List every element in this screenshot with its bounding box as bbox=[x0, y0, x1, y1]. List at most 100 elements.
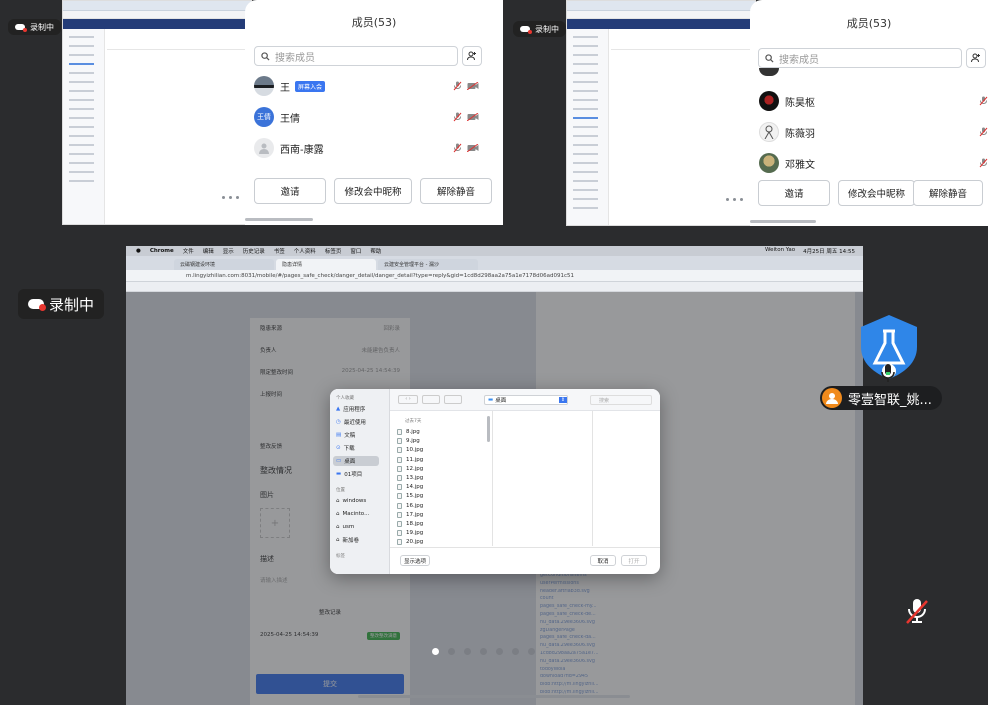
network-request-row[interactable]: blob:http://m.lingyizhil... bbox=[540, 682, 854, 690]
search-field[interactable]: 搜索 bbox=[590, 395, 652, 405]
sidebar-item-location[interactable]: ⌂ usm bbox=[336, 522, 354, 532]
cancel-button[interactable]: 取消 bbox=[590, 555, 616, 566]
network-request-row[interactable]: pages_safe_check-da... bbox=[540, 635, 854, 643]
network-request-row[interactable]: count bbox=[540, 596, 854, 604]
file-name: 10.jpg bbox=[406, 447, 424, 454]
page-dot[interactable] bbox=[432, 648, 439, 655]
file-item[interactable]: 9.jpg bbox=[397, 438, 420, 445]
image-file-icon bbox=[397, 484, 402, 491]
search-input[interactable]: 搜索成员 bbox=[758, 48, 962, 68]
mic-muted-icon bbox=[453, 143, 462, 153]
image-file-icon bbox=[397, 475, 402, 481]
network-request-row[interactable]: pages_safe_check-my... bbox=[540, 604, 854, 612]
mic-icon bbox=[881, 364, 895, 382]
status-badge: 屏幕入会 bbox=[295, 80, 326, 92]
member-name: 陈薇羽 bbox=[785, 128, 815, 140]
file-item[interactable]: 12.jpg bbox=[397, 465, 423, 472]
file-item[interactable]: 18.jpg bbox=[397, 521, 423, 527]
show-options-button[interactable]: 显示选项 bbox=[400, 555, 430, 566]
invite-button[interactable]: 邀请 bbox=[758, 180, 830, 206]
file-item[interactable]: 10.jpg bbox=[397, 447, 424, 454]
sidebar-item-applications[interactable]: ▲ 应用程序 bbox=[336, 404, 365, 414]
network-request-row[interactable]: zgDangerPage bbox=[540, 628, 854, 636]
menu-item: 文件 bbox=[182, 249, 194, 255]
gallery-page-indicator[interactable] bbox=[432, 648, 535, 655]
back-forward-buttons[interactable]: ‹ › bbox=[398, 395, 418, 404]
mic-muted-icon bbox=[979, 96, 988, 106]
network-request-row[interactable]: nu_data.29ee3606.svg bbox=[540, 659, 854, 667]
rename-button[interactable]: 修改会中昵称 bbox=[838, 180, 915, 206]
sidebar-label: 文稿 bbox=[344, 433, 356, 439]
sidebar-label: 01项目 bbox=[344, 472, 363, 478]
more-dots-icon[interactable] bbox=[726, 198, 743, 201]
unmute-button[interactable]: 解除静音 bbox=[420, 178, 492, 204]
sidebar-item-location[interactable]: ⌂ Macinto... bbox=[336, 509, 369, 519]
unmute-button[interactable]: 解除静音 bbox=[913, 180, 983, 206]
group-button[interactable] bbox=[444, 395, 462, 404]
mic-muted-icon[interactable] bbox=[902, 596, 932, 626]
sidebar-item-documents[interactable]: ▤ 文稿 bbox=[336, 430, 355, 440]
file-item[interactable]: 17.jpg bbox=[397, 511, 423, 518]
network-request-row[interactable]: todoyWola bbox=[540, 667, 854, 675]
member-row[interactable]: 邓雅文 bbox=[759, 153, 988, 173]
file-item[interactable]: 20.jpg bbox=[397, 539, 423, 546]
page-dot[interactable] bbox=[496, 648, 503, 655]
file-item[interactable]: 11.jpg bbox=[397, 456, 423, 463]
file-item[interactable]: 15.jpg bbox=[397, 493, 423, 500]
add-member-button[interactable] bbox=[462, 46, 482, 66]
sidebar-item-desktop[interactable]: ▭ 桌面 bbox=[333, 456, 379, 466]
file-item[interactable]: 19.jpg bbox=[397, 530, 423, 537]
location-select[interactable]: ▬ 桌面 ⇕ bbox=[484, 395, 568, 405]
image-file-icon bbox=[397, 502, 402, 509]
browser-tab: 隐患详情 bbox=[276, 259, 376, 270]
member-row[interactable]: 王 屏幕入会 bbox=[254, 76, 479, 96]
file-item[interactable]: 8.jpg bbox=[397, 429, 420, 435]
sidebar-item-downloads[interactable]: ⊙ 下载 bbox=[336, 443, 355, 453]
sidebar-item-location[interactable]: ⌂ 新加卷 bbox=[336, 535, 359, 545]
file-item[interactable]: 13.jpg bbox=[397, 475, 423, 481]
add-member-button[interactable] bbox=[966, 48, 986, 68]
page-dot[interactable] bbox=[480, 648, 487, 655]
network-request-row[interactable]: pages_safe_check-de... bbox=[540, 612, 854, 620]
cloud-recording-icon bbox=[15, 24, 27, 32]
browser-address-bar bbox=[63, 11, 251, 19]
list-scrollbar[interactable] bbox=[487, 416, 490, 442]
network-request-row[interactable]: userPermissions bbox=[540, 581, 854, 589]
file-name: 18.jpg bbox=[406, 521, 424, 527]
network-request-row[interactable]: 1cd8d298aa2a75a1e7... bbox=[540, 651, 854, 659]
main-scrollbar[interactable] bbox=[358, 695, 630, 698]
view-mode-button[interactable] bbox=[422, 395, 440, 404]
page-dot[interactable] bbox=[448, 648, 455, 655]
open-button[interactable]: 打开 bbox=[621, 555, 647, 566]
image-file-icon bbox=[397, 456, 402, 463]
file-item[interactable]: 16.jpg bbox=[397, 502, 423, 509]
rename-button[interactable]: 修改会中昵称 bbox=[334, 178, 412, 204]
member-row[interactable]: 王倩 王倩 bbox=[254, 107, 479, 127]
recording-indicator-main: 录制中 bbox=[18, 289, 105, 319]
host-icon bbox=[822, 388, 842, 408]
file-item[interactable]: 14.jpg bbox=[397, 484, 423, 491]
network-request-row[interactable]: header.aftrlab3d.svg bbox=[540, 589, 854, 597]
search-input[interactable]: 搜索成员 bbox=[254, 46, 458, 66]
scrollbar[interactable] bbox=[750, 220, 816, 223]
member-row[interactable]: 陈昊枢 bbox=[759, 91, 988, 111]
page-dot[interactable] bbox=[464, 648, 471, 655]
more-dots-icon[interactable] bbox=[222, 196, 239, 199]
request-name: nu_data.29ee3606.svg bbox=[540, 643, 595, 649]
menu-item: Chrome bbox=[149, 248, 174, 254]
network-request-row[interactable]: getConditionsItems bbox=[540, 573, 854, 581]
add-user-icon bbox=[971, 53, 980, 63]
invite-button[interactable]: 邀请 bbox=[254, 178, 326, 204]
network-request-row[interactable]: nu_data.29ee3606.svg bbox=[540, 620, 854, 628]
file-name: 13.jpg bbox=[406, 475, 424, 481]
network-request-row[interactable]: download?fid=2945 bbox=[540, 674, 854, 682]
page-dot[interactable] bbox=[512, 648, 519, 655]
page-dot[interactable] bbox=[528, 648, 535, 655]
network-request-row[interactable]: nu_data.29ee3606.svg bbox=[540, 643, 854, 651]
member-row[interactable]: 西南-康露 bbox=[254, 138, 479, 158]
sidebar-item-recent[interactable]: ◷ 最近使用 bbox=[336, 417, 366, 427]
scrollbar[interactable] bbox=[245, 218, 313, 221]
member-row[interactable]: 陈薇羽 bbox=[759, 122, 988, 142]
sidebar-item-location[interactable]: ⌂ windows bbox=[336, 496, 366, 506]
sidebar-item-project[interactable]: ▬ 01项目 bbox=[336, 469, 362, 479]
